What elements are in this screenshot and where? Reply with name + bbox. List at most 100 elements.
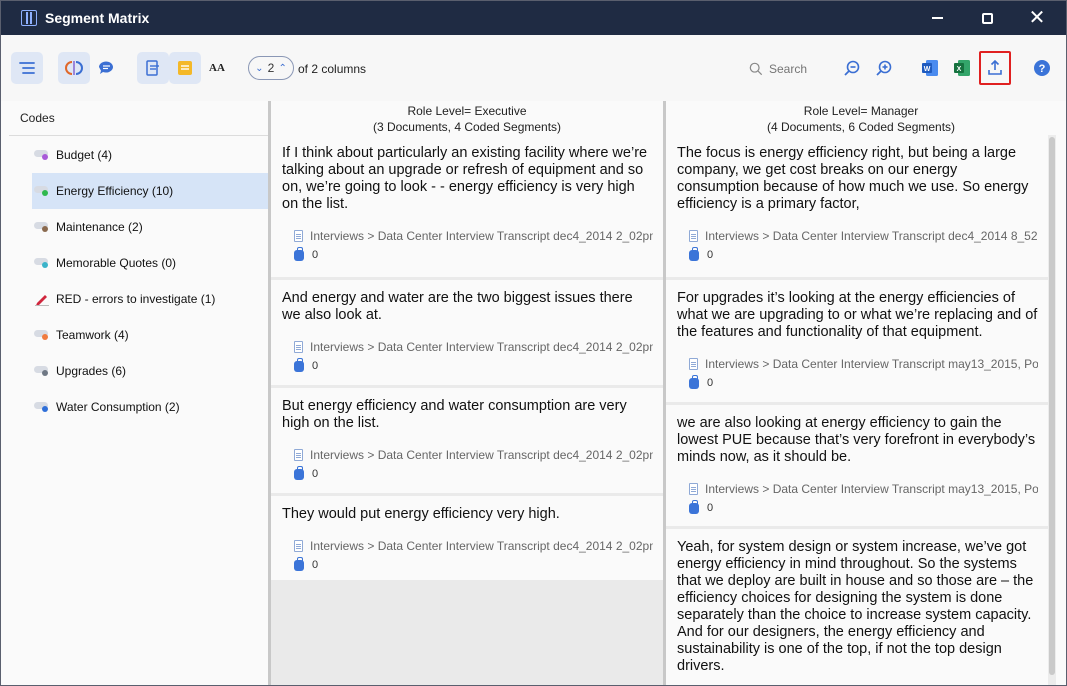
segment-text: They would put energy efficiency very hi… [282, 506, 560, 522]
codes-header: Codes [20, 111, 55, 125]
segment-text: The focus is energy efficiency right, bu… [677, 145, 1029, 212]
zoom-out-button[interactable] [836, 52, 868, 84]
segment-weight-value: 0 [707, 249, 714, 261]
code-item[interactable]: Water Consumption (2) [32, 389, 268, 425]
scrollbar-thumb[interactable] [1049, 137, 1055, 675]
close-button[interactable]: ✕ [1014, 1, 1060, 35]
code-tag-icon [34, 366, 50, 376]
code-tag-icon [34, 186, 50, 196]
zoom-in-icon [876, 60, 892, 76]
excel-icon: X [954, 60, 970, 76]
maximize-button[interactable] [964, 1, 1010, 35]
coded-segment[interactable]: And energy and water are the two biggest… [271, 280, 663, 385]
code-tag-icon [34, 150, 50, 160]
weight-icon [689, 499, 699, 514]
export-to-doc-icon [146, 60, 159, 76]
help-button[interactable]: ? [1026, 52, 1058, 84]
code-item[interactable]: Memorable Quotes (0) [32, 245, 268, 281]
segment-weight: 0 [294, 246, 653, 261]
coded-segment[interactable]: For upgrades it’s looking at the energy … [666, 280, 1048, 402]
segment-weight-value: 0 [312, 249, 319, 261]
search-input[interactable] [769, 62, 819, 76]
column-header-executive[interactable]: Role Level= Executive (3 Documents, 4 Co… [271, 101, 663, 135]
weight-icon [294, 246, 304, 261]
coded-segment[interactable]: They would put energy efficiency very hi… [271, 496, 663, 580]
document-icon [689, 483, 698, 495]
segment-source[interactable]: Interviews > Data Center Interview Trans… [294, 448, 653, 462]
segment-weight: 0 [294, 357, 653, 372]
segment-source[interactable]: Interviews > Data Center Interview Trans… [294, 539, 653, 553]
code-item[interactable]: Budget (4) [32, 137, 268, 173]
export-excel-button[interactable]: X [946, 52, 978, 84]
title-bar: Segment Matrix ✕ [1, 1, 1066, 35]
comment-icon [99, 61, 113, 74]
code-tag-icon [34, 258, 50, 268]
weight-icon [689, 374, 699, 389]
code-item[interactable]: RED - errors to investigate (1) [32, 281, 268, 317]
coded-segment[interactable]: If I think about particularly an existin… [271, 135, 663, 277]
code-tag-icon [34, 330, 50, 340]
segment-source[interactable]: Interviews > Data Center Interview Trans… [689, 229, 1038, 243]
code-label: RED - errors to investigate (1) [56, 292, 216, 306]
segment-source-text: Interviews > Data Center Interview Trans… [310, 229, 653, 243]
document-icon [294, 341, 303, 353]
search-box[interactable] [749, 59, 819, 79]
font-size-button[interactable]: AA [201, 52, 233, 84]
minimize-icon [931, 17, 943, 19]
coded-segment[interactable]: But energy efficiency and water consumpt… [271, 388, 663, 493]
segment-source[interactable]: Interviews > Data Center Interview Trans… [689, 482, 1038, 496]
segment-source-text: Interviews > Data Center Interview Trans… [310, 340, 653, 354]
weight-icon [294, 465, 304, 480]
comment-button[interactable] [90, 52, 122, 84]
coded-segment[interactable]: we are also looking at energy efficiency… [666, 405, 1048, 526]
font-size-icon: AA [209, 62, 225, 74]
column-header-manager[interactable]: Role Level= Manager (4 Documents, 6 Code… [666, 101, 1056, 135]
zoom-in-button[interactable] [868, 52, 900, 84]
code-tag-icon [34, 222, 50, 232]
export-button[interactable] [979, 51, 1011, 85]
segment-weight-value: 0 [312, 360, 319, 372]
link-codes-button[interactable] [58, 52, 90, 84]
tree-list-button[interactable] [11, 52, 43, 84]
code-label: Teamwork (4) [56, 328, 129, 342]
segment-weight: 0 [294, 556, 653, 571]
code-label: Energy Efficiency (10) [56, 184, 174, 198]
segment-text: we are also looking at energy efficiency… [677, 415, 1036, 465]
code-item[interactable]: Maintenance (2) [32, 209, 268, 245]
segment-source-text: Interviews > Data Center Interview Trans… [310, 539, 653, 553]
code-item[interactable]: Upgrades (6) [32, 353, 268, 389]
code-label: Maintenance (2) [56, 220, 143, 234]
column-count-spinner[interactable]: ⌄ 2 ⌃ [248, 56, 294, 80]
column-executive-segments: If I think about particularly an existin… [271, 135, 663, 685]
export-word-button[interactable]: W [914, 52, 946, 84]
coded-segment[interactable]: Yeah, for system design or system increa… [666, 529, 1048, 685]
code-label: Memorable Quotes (0) [56, 256, 177, 270]
vertical-scrollbar[interactable] [1048, 135, 1056, 685]
document-icon [294, 540, 303, 552]
segment-source[interactable]: Interviews > Data Center Interview Trans… [294, 229, 653, 243]
chevron-up-icon[interactable]: ⌃ [279, 63, 287, 74]
segment-text: And energy and water are the two biggest… [282, 290, 633, 323]
zoom-out-icon [844, 60, 860, 76]
segment-source[interactable]: Interviews > Data Center Interview Trans… [689, 357, 1038, 371]
document-icon [294, 230, 303, 242]
segment-matrix-window: Segment Matrix ✕ AA ⌄ 2 ⌃ of 2 columns S… [0, 0, 1067, 686]
code-item[interactable]: Teamwork (4) [32, 317, 268, 353]
coded-segment[interactable]: The focus is energy efficiency right, bu… [666, 135, 1048, 277]
column-subtitle: (3 Documents, 4 Coded Segments) [372, 120, 562, 134]
code-item[interactable]: Energy Efficiency (10) [32, 173, 268, 209]
minimize-button[interactable] [914, 1, 960, 35]
window-title: Segment Matrix [45, 10, 150, 26]
column-count-value: 2 [267, 61, 275, 75]
chevron-down-icon[interactable]: ⌄ [255, 63, 263, 74]
help-icon: ? [1034, 60, 1050, 76]
weight-icon [294, 357, 304, 372]
segment-text: Yeah, for system design or system increa… [677, 539, 1034, 674]
svg-text:W: W [924, 66, 931, 73]
memo-button[interactable] [169, 52, 201, 84]
segment-weight-value: 0 [312, 559, 319, 571]
segment-source[interactable]: Interviews > Data Center Interview Trans… [294, 340, 653, 354]
export-to-document-button[interactable] [137, 52, 169, 84]
column-subtitle: (4 Documents, 6 Coded Segments) [766, 120, 956, 134]
column-manager-segments: The focus is energy efficiency right, bu… [666, 135, 1048, 685]
